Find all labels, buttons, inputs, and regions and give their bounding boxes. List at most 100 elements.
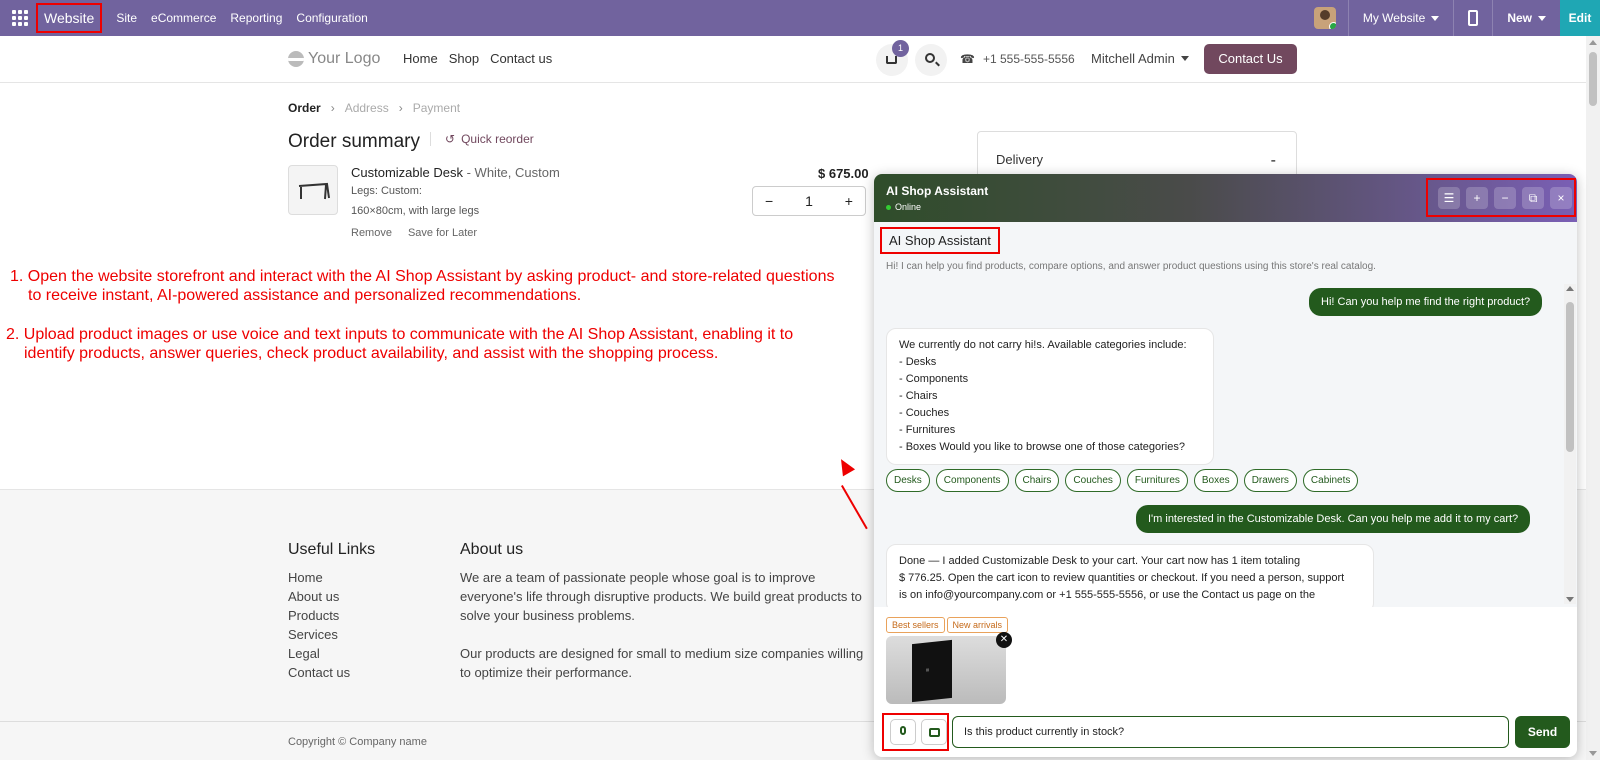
chip-cabinets[interactable]: Cabinets	[1302, 469, 1359, 492]
site-logo[interactable]: Your Logo	[288, 50, 380, 68]
search-button[interactable]	[915, 44, 947, 76]
chat-message-input[interactable]: Is this product currently in stock?	[952, 716, 1509, 748]
website-switcher-label: My Website	[1362, 11, 1426, 25]
minimize-icon[interactable]: −	[1494, 186, 1516, 209]
menu-reporting[interactable]: Reporting	[230, 11, 282, 25]
send-button[interactable]: Send	[1515, 716, 1570, 748]
scroll-down-icon[interactable]	[1589, 751, 1597, 756]
quantity-value[interactable]: 1	[805, 193, 813, 209]
scroll-thumb[interactable]	[1589, 52, 1597, 106]
image-upload-button[interactable]	[921, 719, 947, 745]
page-scrollbar[interactable]	[1586, 36, 1600, 760]
chip-components[interactable]: Components	[935, 469, 1009, 492]
chip-desks[interactable]: Desks	[886, 469, 930, 492]
footer-link-legal[interactable]: Legal	[288, 644, 350, 663]
minus-icon[interactable]: −	[765, 193, 773, 209]
mobile-preview-button[interactable]	[1454, 10, 1492, 26]
plus-icon[interactable]: +	[845, 193, 853, 209]
website-app-menu[interactable]: Website	[36, 3, 103, 33]
save-for-later-link[interactable]: Save for Later	[408, 227, 477, 239]
menu-ecommerce[interactable]: eCommerce	[151, 11, 216, 25]
footer-link-contact[interactable]: Contact us	[288, 663, 350, 682]
nav-home[interactable]: Home	[403, 51, 438, 66]
product-name[interactable]: Customizable Desk - White, Custom	[351, 165, 560, 180]
bot-message: Done — I added Customizable Desk to your…	[886, 544, 1374, 607]
popout-icon[interactable]: ⧉	[1522, 186, 1544, 209]
product-actions: Remove Save for Later	[351, 227, 477, 239]
scroll-up-icon[interactable]	[1589, 40, 1597, 45]
chip-boxes[interactable]: Boxes	[1193, 469, 1238, 492]
phone-number[interactable]: +1 555-555-5556	[960, 52, 1075, 66]
apps-grid-icon[interactable]	[12, 9, 30, 27]
chat-status-label: Online	[895, 202, 922, 212]
user-message: Hi! Can you help me find the right produ…	[1309, 288, 1543, 316]
instruction-1-line2: to receive instant, AI-powered assistanc…	[28, 287, 582, 304]
menu-configuration[interactable]: Configuration	[296, 11, 367, 25]
microphone-button[interactable]	[890, 719, 916, 745]
remove-link[interactable]: Remove	[351, 227, 392, 239]
chip-couches[interactable]: Couches	[1065, 469, 1121, 492]
logo-text: Your Logo	[308, 50, 381, 67]
contact-us-button[interactable]: Contact Us	[1204, 44, 1297, 74]
close-icon[interactable]: ×	[1550, 186, 1572, 209]
edit-button[interactable]: Edit	[1560, 0, 1600, 36]
product-variant: - White, Custom	[463, 165, 560, 180]
footer-link-products[interactable]: Products	[288, 606, 350, 625]
chevron-right-icon: ›	[330, 101, 335, 115]
quick-tags: Best sellers New arrivals	[886, 617, 1009, 633]
chevron-right-icon: ›	[398, 101, 403, 115]
product-size: 160×80cm, with large legs	[351, 205, 480, 217]
footer-link-services[interactable]: Services	[288, 625, 350, 644]
step-address: Address	[344, 101, 389, 115]
checkout-breadcrumb: Order › Address › Payment	[288, 101, 460, 115]
bot-message-line: - Boxes Would you like to browse one of …	[899, 441, 1185, 453]
scroll-thumb[interactable]	[1566, 302, 1574, 452]
chip-chairs[interactable]: Chairs	[1014, 469, 1060, 492]
site-nav: Home Shop Contact us	[403, 51, 552, 66]
scroll-up-icon[interactable]	[1566, 286, 1574, 291]
chat-title: AI Shop Assistant	[886, 184, 989, 198]
bot-message-line: - Desks	[899, 356, 937, 368]
menu-icon[interactable]: ☰	[1438, 186, 1460, 209]
new-button-label: New	[1507, 11, 1532, 25]
bot-message: We currently do not carry hi!s. Availabl…	[886, 328, 1214, 465]
user-avatar[interactable]	[1313, 7, 1336, 29]
chat-scrollbar[interactable]	[1564, 284, 1576, 604]
uploaded-image-preview	[886, 636, 1006, 704]
bot-message-line: $ 776.25. Open the cart icon to review q…	[899, 572, 1345, 584]
caret-down-icon	[1538, 15, 1546, 21]
chat-header: AI Shop Assistant Online ☰ + − ⧉ ×	[874, 174, 1577, 222]
logo-icon	[288, 51, 304, 67]
user-menu[interactable]: Mitchell Admin	[1091, 51, 1189, 66]
step-payment: Payment	[412, 101, 461, 115]
footer-link-home[interactable]: Home	[288, 568, 350, 587]
step-order[interactable]: Order	[288, 101, 321, 115]
product-thumbnail[interactable]	[288, 165, 338, 215]
reorder-icon: ↺	[445, 132, 456, 146]
chat-window-controls: ☰ + − ⧉ ×	[1426, 178, 1576, 217]
search-icon	[925, 53, 935, 63]
website-switcher[interactable]: My Website	[1349, 11, 1453, 25]
online-dot-icon	[886, 204, 891, 210]
ai-chat-widget: AI Shop Assistant Online ☰ + − ⧉ × AI Sh…	[874, 174, 1577, 757]
tag-best-sellers[interactable]: Best sellers	[886, 617, 945, 633]
input-mode-buttons	[882, 713, 949, 751]
bot-message-line: - Components	[899, 373, 969, 385]
new-button[interactable]: New	[1493, 11, 1560, 25]
order-summary-title: Order summary	[288, 131, 420, 152]
nav-shop[interactable]: Shop	[449, 51, 479, 66]
remove-image-icon[interactable]: ✕	[996, 632, 1012, 648]
chip-drawers[interactable]: Drawers	[1243, 469, 1297, 492]
quick-reorder-link[interactable]: ↺ Quick reorder	[430, 132, 534, 146]
chip-furnitures[interactable]: Furnitures	[1126, 469, 1188, 492]
tag-new-arrivals[interactable]: New arrivals	[946, 617, 1009, 633]
scroll-down-icon[interactable]	[1566, 597, 1574, 602]
menu-site[interactable]: Site	[116, 11, 137, 25]
new-chat-icon[interactable]: +	[1466, 186, 1488, 209]
nav-contact[interactable]: Contact us	[490, 51, 552, 66]
cart-icon	[886, 56, 897, 64]
cart-button[interactable]: 1	[876, 40, 909, 76]
image-icon	[929, 728, 940, 737]
footer-link-about[interactable]: About us	[288, 587, 350, 606]
quantity-stepper: − 1 +	[752, 186, 866, 216]
